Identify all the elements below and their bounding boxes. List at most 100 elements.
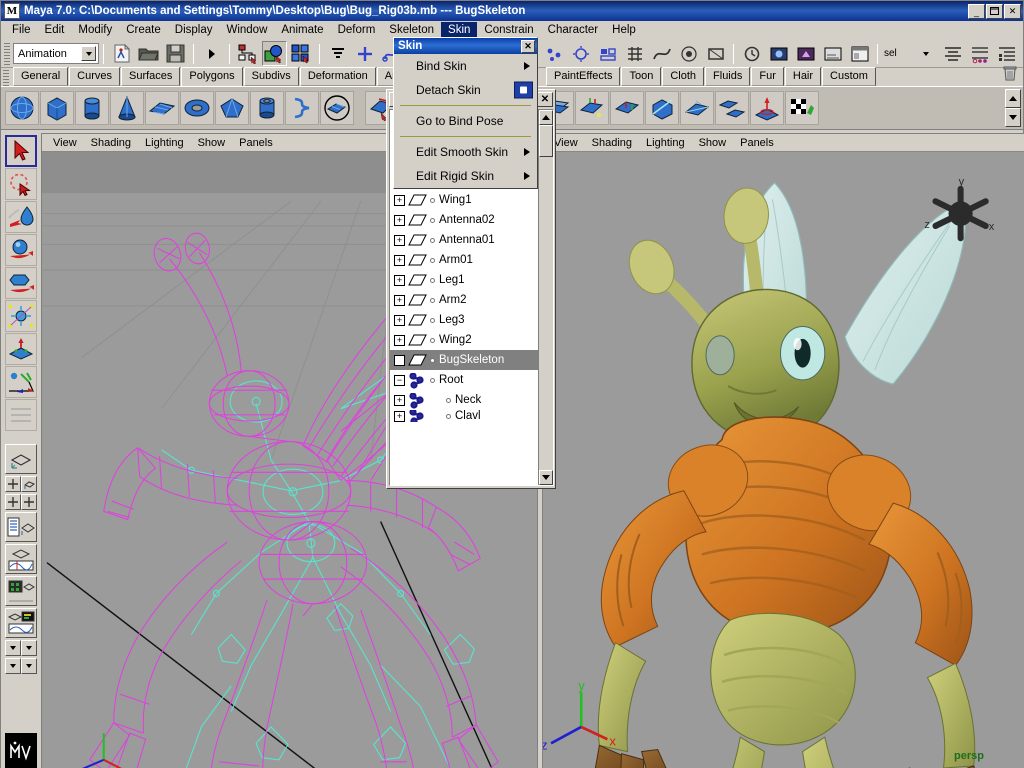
universal-manipulator-button[interactable]: [5, 333, 37, 365]
viewport-left-menu-lighting[interactable]: Lighting: [138, 137, 191, 149]
viewport-right-menu-show[interactable]: Show: [692, 137, 734, 149]
mask-rendering-button[interactable]: [568, 41, 593, 66]
outliner-row-leg1[interactable]: + Leg1: [390, 270, 538, 290]
viewport-right-menu-lighting[interactable]: Lighting: [639, 137, 692, 149]
shelf-tab-deformation[interactable]: Deformation: [300, 67, 376, 86]
skin-menu-item-bind-skin[interactable]: Bind Skin: [394, 54, 537, 78]
layout-dropdown-row-1[interactable]: [5, 640, 37, 656]
poly-pipe-button[interactable]: [250, 91, 284, 125]
expander-plus-icon[interactable]: +: [394, 275, 405, 286]
viewport-left-menu-view[interactable]: View: [46, 137, 84, 149]
outliner-row-wing1[interactable]: + Wing1: [390, 190, 538, 210]
skin-menu-item-go-to-bind-pose[interactable]: Go to Bind Pose: [394, 109, 537, 133]
layout-four-view-button-2[interactable]: [5, 494, 37, 510]
outliner-scrollbar[interactable]: [538, 110, 553, 485]
select-tool-button[interactable]: [5, 135, 37, 167]
layout-persp-graph-button[interactable]: [5, 544, 37, 574]
menu-skeleton[interactable]: Skeleton: [382, 22, 441, 38]
viewport-right-canvas[interactable]: y x z y z x: [543, 152, 1024, 768]
shelf-tab-subdivs[interactable]: Subdivs: [244, 67, 299, 86]
skin-menu-item-edit-smooth-skin[interactable]: Edit Smooth Skin: [394, 140, 537, 164]
shelf-tab-cloth[interactable]: Cloth: [662, 67, 704, 86]
menu-constrain[interactable]: Constrain: [477, 22, 540, 38]
menu-display[interactable]: Display: [168, 22, 220, 38]
show-manipulator-tool-button[interactable]: [5, 399, 37, 431]
show-tool-settings-button[interactable]: [967, 41, 992, 66]
show-attribute-editor-button[interactable]: [940, 41, 965, 66]
poly-torus-button[interactable]: [180, 91, 214, 125]
expander-plus-icon[interactable]: +: [394, 335, 405, 346]
selection-mask-dropdown-icon[interactable]: [913, 41, 938, 66]
shelf-tab-hair[interactable]: Hair: [785, 67, 821, 86]
menu-modify[interactable]: Modify: [71, 22, 119, 38]
scale-tool-button[interactable]: [5, 300, 37, 332]
outliner-row-leg3[interactable]: + Leg3: [390, 310, 538, 330]
shelf-tab-painteffects[interactable]: PaintEffects: [546, 67, 621, 86]
option-box-icon[interactable]: [514, 82, 533, 99]
expander-plus-icon[interactable]: +: [394, 215, 405, 226]
outliner-row-antenna02[interactable]: + Antenna02: [390, 210, 538, 230]
outliner-scroll-thumb[interactable]: [539, 125, 553, 157]
expander-plus-icon[interactable]: +: [394, 295, 405, 306]
poly-combine-button[interactable]: [715, 91, 749, 125]
expander-plus-icon[interactable]: +: [394, 395, 405, 406]
poly-cylinder-button[interactable]: [75, 91, 109, 125]
new-scene-button[interactable]: [109, 41, 134, 66]
outliner-row-neck[interactable]: + Neck: [390, 390, 538, 410]
expander-plus-icon[interactable]: +: [394, 411, 405, 422]
expander-plus-icon[interactable]: +: [394, 255, 405, 266]
skin-menu-item-detach-skin[interactable]: Detach Skin: [394, 78, 537, 102]
maximize-button[interactable]: [986, 4, 1003, 19]
layout-quad-tl[interactable]: [5, 476, 21, 492]
outliner-row-clavl[interactable]: + Clavl: [390, 410, 538, 422]
outliner-scroll-up-button[interactable]: [539, 110, 553, 125]
construction-history-button[interactable]: [739, 41, 764, 66]
outliner-row-arm01[interactable]: + Arm01: [390, 250, 538, 270]
move-tool-button[interactable]: [5, 234, 37, 266]
viewport-right-menu-shading[interactable]: Shading: [585, 137, 639, 149]
shelf-grip[interactable]: [3, 70, 9, 86]
skin-menu-close-button[interactable]: ✕: [521, 40, 535, 53]
menu-set-selector[interactable]: Animation: [13, 43, 99, 64]
shelf-tab-fur[interactable]: Fur: [751, 67, 784, 86]
layout-quad-bl[interactable]: [5, 494, 21, 510]
statusline-grip[interactable]: [4, 43, 10, 65]
minimize-button[interactable]: _: [968, 4, 985, 19]
open-scene-button[interactable]: [136, 41, 161, 66]
poly-triangulate-button[interactable]: [680, 91, 714, 125]
menu-window[interactable]: Window: [219, 22, 274, 38]
layout-single-perspective-button[interactable]: [5, 444, 37, 474]
close-button[interactable]: ✕: [1004, 4, 1021, 19]
snap-curve-button[interactable]: [649, 41, 674, 66]
poly-cut-faces-button[interactable]: [645, 91, 679, 125]
layout-quad-br[interactable]: [21, 494, 37, 510]
menu-edit[interactable]: Edit: [38, 22, 72, 38]
poly-soccer-ball-button[interactable]: [320, 91, 354, 125]
expander-minus-icon[interactable]: −: [394, 375, 405, 386]
poly-prism-button[interactable]: [215, 91, 249, 125]
viewport-left-menu-panels[interactable]: Panels: [232, 137, 280, 149]
layout-four-view-button[interactable]: [5, 476, 37, 492]
sidebar-collapse-arrow[interactable]: [199, 41, 224, 66]
viewport-right[interactable]: View Shading Lighting Show Panels: [542, 133, 1024, 768]
layout-preset-dropdown-3[interactable]: [5, 658, 21, 674]
viewport-right-menu-panels[interactable]: Panels: [733, 137, 781, 149]
select-by-object-type-button[interactable]: [262, 41, 287, 66]
expander-plus-icon[interactable]: +: [394, 235, 405, 246]
selection-mask-menu-icon[interactable]: [325, 41, 350, 66]
snap-view-plane-button[interactable]: [703, 41, 728, 66]
skin-menu-popup[interactable]: Skin ✕ Bind Skin Detach Skin Go to Bind …: [393, 37, 538, 189]
layout-preset-dropdown-1[interactable]: [5, 640, 21, 656]
outliner-row-bugskeleton[interactable]: − BugSkeleton: [390, 350, 538, 370]
render-current-frame-button[interactable]: [766, 41, 791, 66]
expander-plus-icon[interactable]: +: [394, 315, 405, 326]
skin-menu-item-edit-rigid-skin[interactable]: Edit Rigid Skin: [394, 164, 537, 188]
menu-skin[interactable]: Skin: [441, 22, 477, 38]
shelf-tab-toon[interactable]: Toon: [621, 67, 661, 86]
outliner-close-button[interactable]: ✕: [537, 92, 553, 107]
shelf-tab-general[interactable]: General: [13, 67, 68, 86]
layout-hypershade-persp-button[interactable]: [5, 576, 37, 606]
rotate-tool-button[interactable]: [5, 267, 37, 299]
poly-plane-button[interactable]: [145, 91, 179, 125]
layout-preset-dropdown-4[interactable]: [21, 658, 37, 674]
